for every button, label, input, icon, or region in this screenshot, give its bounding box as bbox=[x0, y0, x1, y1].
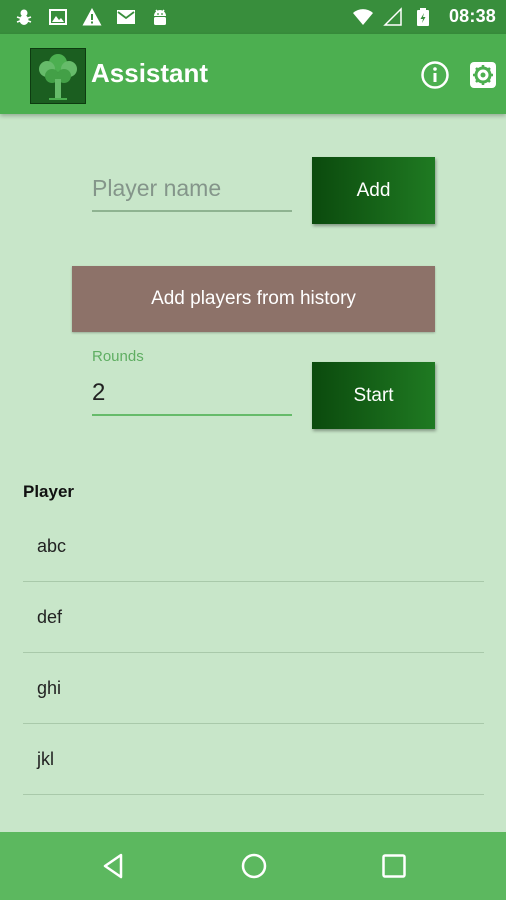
list-item[interactable]: jkl bbox=[23, 724, 484, 795]
settings-icon[interactable] bbox=[468, 60, 498, 90]
image-icon bbox=[49, 9, 67, 25]
app-bar: Assistant bbox=[0, 34, 506, 114]
signal-icon bbox=[383, 6, 402, 26]
battery-icon bbox=[416, 7, 429, 26]
add-players-from-history-button[interactable]: Add players from history bbox=[72, 266, 435, 332]
app-title: Assistant bbox=[91, 58, 209, 88]
system-icons: 08:38 bbox=[352, 6, 496, 27]
recent-apps-icon[interactable] bbox=[380, 852, 408, 880]
bug-icon bbox=[16, 9, 32, 25]
player-list-header: Player bbox=[23, 482, 75, 501]
back-icon[interactable] bbox=[99, 852, 127, 880]
list-item[interactable]: abc bbox=[23, 511, 484, 582]
wifi-icon bbox=[352, 8, 373, 25]
home-icon[interactable] bbox=[240, 852, 268, 880]
info-icon[interactable] bbox=[420, 60, 450, 90]
status-bar: 08:38 bbox=[0, 0, 506, 34]
rounds-input[interactable]: 2 bbox=[92, 372, 292, 416]
start-button[interactable]: Start bbox=[312, 362, 435, 429]
rounds-label: Rounds bbox=[92, 348, 144, 365]
notification-icons bbox=[14, 7, 170, 27]
add-button[interactable]: Add bbox=[312, 157, 435, 224]
list-item[interactable]: ghi bbox=[23, 653, 484, 724]
tree-logo-icon bbox=[30, 48, 86, 104]
player-name-input[interactable] bbox=[92, 166, 292, 212]
mail-icon bbox=[117, 10, 135, 24]
android-icon bbox=[154, 9, 166, 25]
navigation-bar bbox=[0, 832, 506, 900]
warning-icon bbox=[82, 8, 102, 26]
player-list: abc def ghi jkl bbox=[23, 511, 484, 795]
list-item[interactable]: def bbox=[23, 582, 484, 653]
clock: 08:38 bbox=[448, 6, 496, 26]
